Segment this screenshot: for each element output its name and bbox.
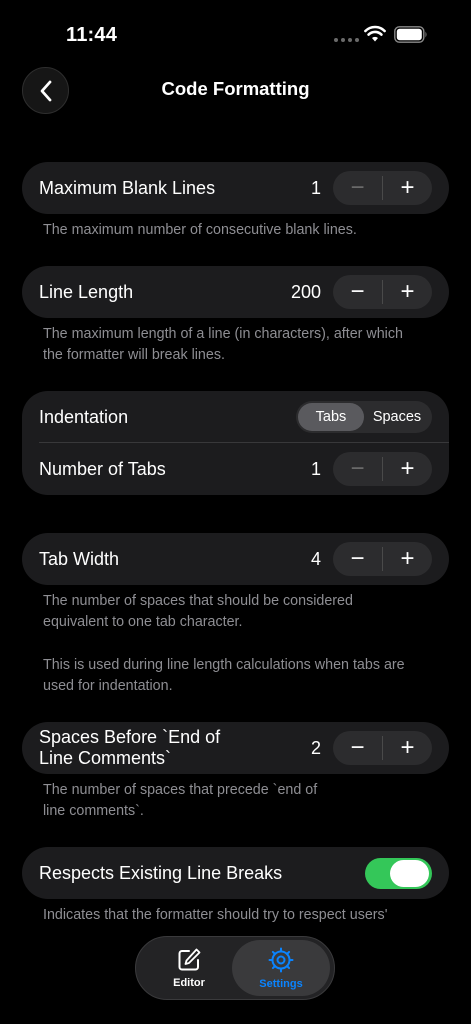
line-length-card: Line Length 200 − + — [22, 266, 449, 318]
indentation-label: Indentation — [39, 406, 129, 427]
number-of-tabs-value: 1 — [310, 458, 321, 479]
tab-width-description-line: This is used during line length calculat… — [43, 657, 405, 673]
line-length-stepper: − + — [333, 275, 432, 309]
tab-editor-label: Editor — [173, 977, 205, 989]
max-blank-lines-stepper: − + — [333, 171, 432, 205]
signal-icon — [334, 38, 359, 42]
line-length-value: 200 — [290, 281, 321, 302]
tab-width-increment-button[interactable]: + — [383, 542, 432, 576]
tab-editor[interactable]: Editor — [142, 940, 236, 996]
line-length-description-line: The maximum length of a line (in charact… — [43, 326, 403, 342]
tab-width-description: The number of spaces that should be cons… — [43, 591, 433, 633]
indentation-card: Indentation Tabs Spaces Number of Tabs 1… — [22, 391, 449, 495]
page-title: Code Formatting — [161, 78, 310, 99]
indentation-option-spaces[interactable]: Spaces — [364, 403, 430, 431]
tab-width-description-line: used for indentation. — [43, 678, 173, 694]
max-blank-lines-label: Maximum Blank Lines — [39, 177, 216, 198]
tab-width-decrement-button[interactable]: − — [333, 542, 382, 576]
line-length-description: The maximum length of a line (in charact… — [43, 324, 433, 366]
tab-settings-label: Settings — [259, 978, 303, 990]
respects-line-breaks-label: Respects Existing Line Breaks — [39, 862, 283, 883]
tab-settings[interactable]: Settings — [232, 940, 330, 996]
respects-line-breaks-toggle[interactable] — [365, 857, 432, 889]
tab-bar: Editor Settings — [135, 936, 335, 1000]
max-blank-lines-decrement-button[interactable]: − — [333, 171, 382, 205]
spaces-before-comments-value: 2 — [310, 737, 321, 758]
tab-width-stepper: − + — [333, 542, 432, 576]
tab-width-label: Tab Width — [39, 548, 120, 569]
line-length-description-line: the formatter will break lines. — [43, 347, 225, 363]
respects-line-breaks-description: Indicates that the formatter should try … — [43, 905, 433, 926]
wifi-icon — [364, 25, 386, 42]
spaces-before-comments-increment-button[interactable]: + — [383, 731, 432, 765]
line-length-decrement-button[interactable]: − — [333, 275, 382, 309]
battery-icon — [394, 26, 427, 43]
spaces-before-comments-decrement-button[interactable]: − — [333, 731, 382, 765]
respects-line-breaks-card: Respects Existing Line Breaks — [22, 847, 449, 899]
spaces-before-comments-stepper: − + — [333, 731, 432, 765]
max-blank-lines-increment-button[interactable]: + — [383, 171, 432, 205]
tab-width-description-extra: This is used during line length calculat… — [43, 655, 433, 697]
tab-width-description-line: equivalent to one tab character. — [43, 614, 243, 630]
edit-icon — [178, 948, 201, 971]
max-blank-lines-description: The maximum number of consecutive blank … — [43, 222, 357, 238]
tab-width-card: Tab Width 4 − + — [22, 533, 449, 585]
number-of-tabs-stepper: − + — [333, 452, 432, 486]
line-length-label: Line Length — [39, 281, 134, 302]
tab-width-value: 4 — [310, 548, 321, 569]
tab-width-description-line: The number of spaces that should be cons… — [43, 593, 353, 609]
number-of-tabs-decrement-button[interactable]: − — [333, 452, 382, 486]
max-blank-lines-card: Maximum Blank Lines 1 − + — [22, 162, 449, 214]
line-length-increment-button[interactable]: + — [383, 275, 432, 309]
max-blank-lines-value: 1 — [310, 177, 321, 198]
status-bar: 11:44 — [0, 0, 471, 60]
spaces-before-comments-label: Spaces Before `End of Line Comments` — [39, 727, 311, 769]
spaces-before-comments-card: Spaces Before `End of Line Comments` 2 −… — [22, 722, 449, 774]
spaces-before-comments-label-line: Line Comments` — [39, 748, 172, 768]
number-of-tabs-label: Number of Tabs — [39, 458, 166, 479]
indentation-option-tabs[interactable]: Tabs — [298, 403, 364, 431]
respects-line-breaks-description-line: Indicates that the formatter should try … — [43, 907, 388, 923]
spaces-before-comments-description: The number of spaces that precede `end o… — [43, 780, 433, 822]
indentation-segmented-control: Tabs Spaces — [296, 401, 432, 433]
toggle-knob — [390, 859, 429, 887]
status-time: 11:44 — [66, 24, 118, 46]
spaces-before-comments-description-line: The number of spaces that precede `end o… — [43, 782, 318, 798]
number-of-tabs-increment-button[interactable]: + — [383, 452, 432, 486]
spaces-before-comments-label-line: Spaces Before `End of — [39, 727, 221, 747]
spaces-before-comments-description-line: line comments`. — [43, 803, 144, 819]
gear-icon — [268, 947, 294, 973]
